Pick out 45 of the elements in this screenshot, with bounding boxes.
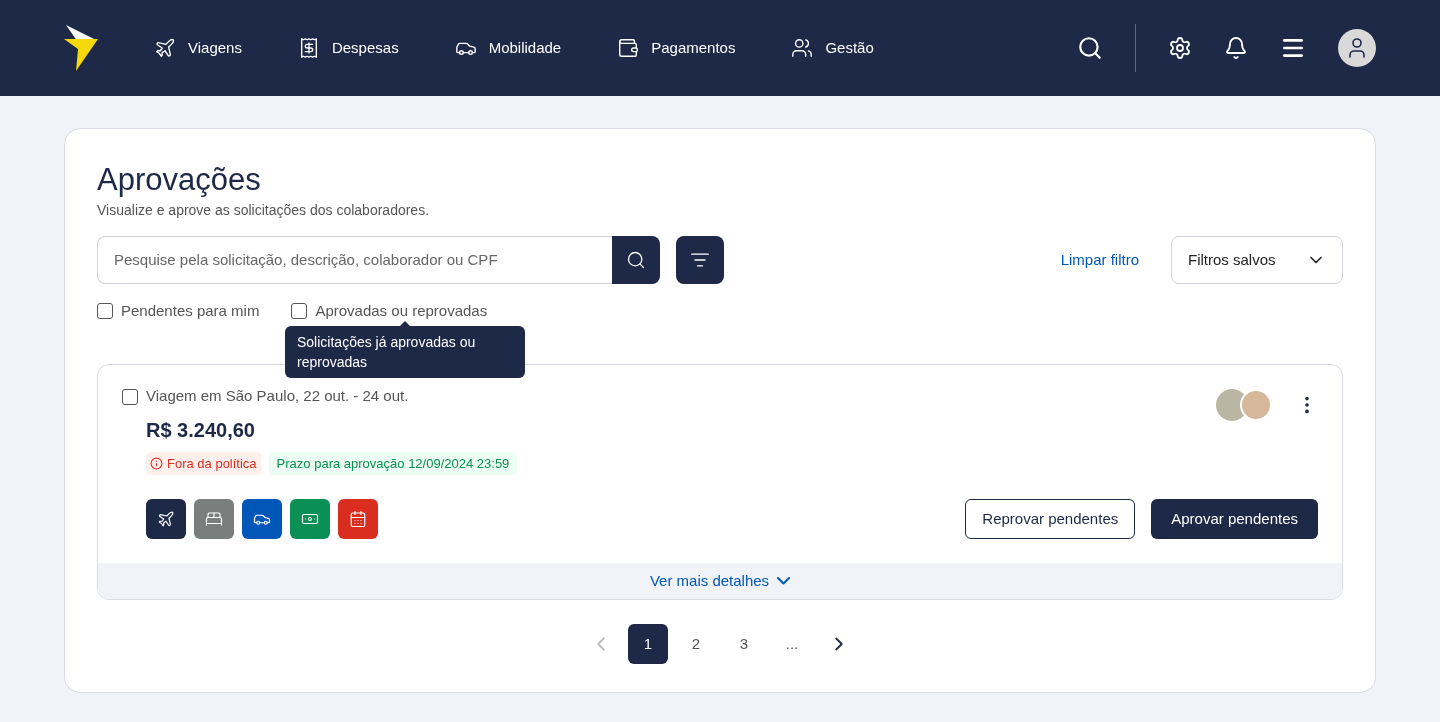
page-button[interactable]: 2 [676,624,716,665]
reject-button[interactable]: Reprovar pendentes [965,499,1136,540]
policy-badge: Fora da política [146,451,261,476]
details-link[interactable]: Ver mais detalhes [98,563,1342,600]
nav-link[interactable]: Mobilidade [454,36,562,60]
page-subtitle: Visualize e aprove as solicitações dos colaboradores. [97,200,431,220]
deadline-badge: Prazo para aprovação 12/09/2024 23:59 [268,451,518,476]
plane-icon [157,510,175,529]
settings-icon[interactable] [1168,36,1192,60]
filter-checkbox[interactable]: Aprovadas ou reprovadas [291,299,488,323]
search-button[interactable] [612,235,660,284]
filter-button[interactable] [676,235,724,284]
info-icon [150,457,163,470]
page-button[interactable]: ... [772,624,812,665]
chevron-down-icon [777,577,791,586]
users-icon [791,37,814,59]
service-button[interactable] [242,499,282,540]
bell-icon[interactable] [1224,36,1248,60]
saved-filters-dropdown[interactable]: Filtros salvos [1171,235,1343,284]
request-title: Viagem em São Paulo, 22 out. - 24 out. [146,386,409,407]
nav-link[interactable]: Gestão [791,36,874,60]
search-field[interactable]: Pesquise pela solicitação, descrição, colaborador ou CPF [97,235,612,284]
wallet-icon [617,37,640,59]
checkbox[interactable] [291,303,308,319]
bed-icon [205,510,223,529]
request-amount: R$ 3.240,60 [146,417,256,443]
page-button[interactable]: 3 [724,624,764,665]
filter-checkbox[interactable]: Pendentes para mim [97,299,260,323]
tooltip: Solicitações já aprovadas ou reprovadas [285,325,525,378]
page-title: Aprovações [97,161,262,199]
clear-filter-link[interactable]: Limpar filtro [1060,248,1139,271]
plane-icon [154,37,176,59]
logo-icon[interactable] [64,25,98,71]
page-button[interactable]: 1 [628,624,668,665]
avatar-icon[interactable] [1338,29,1376,67]
nav-link[interactable]: Despesas [297,36,399,60]
nav-link[interactable]: Viagens [154,36,242,60]
checkbox[interactable] [97,303,113,319]
nav-link[interactable]: Pagamentos [617,36,736,60]
service-button[interactable] [146,499,186,540]
search-icon[interactable] [1077,35,1103,61]
approve-button[interactable]: Aprovar pendentes [1151,499,1318,540]
search-icon [626,249,646,270]
calendar-icon [349,510,367,529]
checkbox[interactable] [122,388,138,405]
